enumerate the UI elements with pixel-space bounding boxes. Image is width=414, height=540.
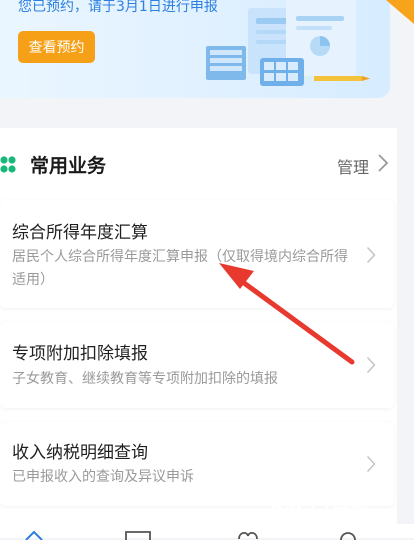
item-title: 专项附加扣除填报	[12, 344, 148, 364]
item-title: 综合所得年度汇算	[12, 223, 148, 243]
item-description: 子女教育、继续教育等专项附加扣除的填报	[12, 371, 278, 387]
reservation-notice: 您已预约，请于3月1日进行申报	[18, 0, 218, 15]
favorite-tab-icon[interactable]	[237, 530, 259, 540]
profile-tab-icon[interactable]	[338, 530, 358, 540]
item-description: 已申报收入的查询及异议申诉	[12, 469, 194, 485]
section-header: 常用业务 管理	[0, 148, 397, 182]
section-title: 常用业务	[30, 155, 107, 177]
list-item-special-deduction[interactable]: 专项附加扣除填报 子女教育、继续教育等专项附加扣除的填报	[0, 322, 394, 408]
item-title: 收入纳税明细查询	[12, 443, 148, 463]
clover-icon	[0, 156, 16, 173]
view-appointment-button[interactable]: 查看预约	[18, 31, 95, 63]
svg-text:jingyan.baidu.com: jingyan.baidu.com	[293, 518, 377, 528]
baidu-jingyan-watermark: Bai 经验 jingyan.baidu.com	[270, 496, 377, 528]
svg-text:经验: 经验	[332, 496, 369, 518]
chevron-right-icon[interactable]	[377, 153, 389, 173]
list-item-annual-settlement[interactable]: 综合所得年度汇算 居民个人综合所得年度汇算申报（仅取得境内综合所得适用）	[0, 200, 394, 308]
chevron-right-icon	[366, 455, 376, 473]
card-margin	[397, 128, 414, 538]
reservation-banner: 您已预约，请于3月1日进行申报 查看预约	[0, 0, 414, 98]
chevron-right-icon	[366, 246, 376, 264]
home-tab-icon[interactable]	[24, 530, 44, 540]
svg-text:Bai: Bai	[270, 497, 302, 518]
chevron-right-icon	[366, 356, 376, 374]
manage-link[interactable]: 管理	[337, 154, 369, 178]
tax-illustration-icon	[206, 0, 414, 86]
item-description: 居民个人综合所得年度汇算申报（仅取得境内综合所得适用）	[12, 249, 348, 288]
service-tab-icon[interactable]	[124, 530, 152, 540]
